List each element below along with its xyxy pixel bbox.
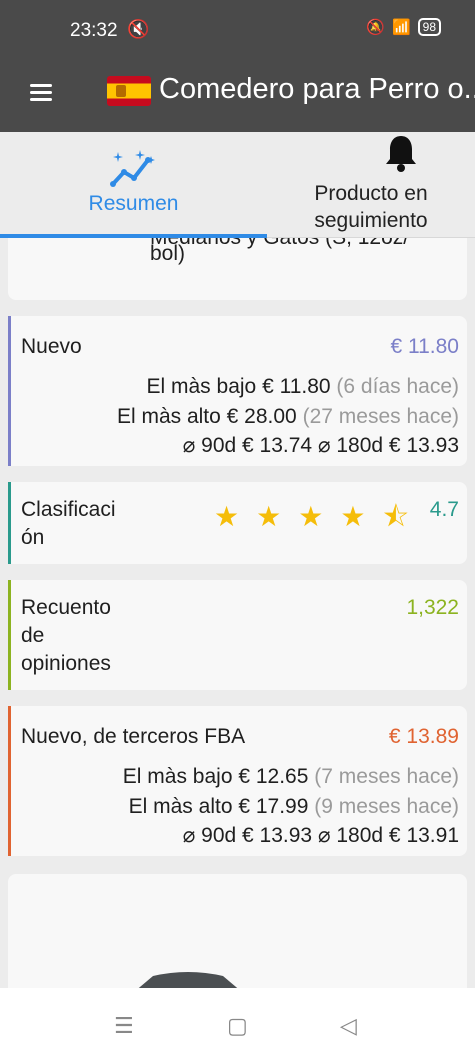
product-title-card: Medianos y Gatos (S, 12oz/ bol): [8, 238, 467, 300]
new-highest-row: El màs alto € 28.00 (27 meses hace): [117, 403, 459, 431]
reviews-label-line1: Recuento: [21, 596, 111, 619]
rating-label-line2: ón: [21, 526, 45, 549]
star-icon: ★: [340, 501, 383, 532]
new-lowest-time: (6 días hace): [336, 375, 459, 398]
fba-highest-label: El màs alto: [128, 795, 233, 818]
rating-stars: ★★★★⯪: [214, 496, 409, 544]
rating-value: 4.7: [429, 498, 459, 521]
product-title-line2: bol): [150, 242, 186, 265]
bell-icon: [386, 136, 416, 172]
product-image: [138, 972, 238, 988]
new-price-card[interactable]: Nuevo € 11.80 El màs bajo € 11.80 (6 día…: [8, 316, 467, 466]
status-icons: 🔕 📶 98: [366, 18, 441, 36]
star-icon: ★: [298, 501, 341, 532]
reviews-label-line2: de: [21, 624, 45, 647]
page-title: Comedero para Perro o...: [159, 73, 475, 105]
fba-lowest-row: El màs bajo € 12.65 (7 meses hace): [123, 763, 459, 791]
new-lowest-row: El màs bajo € 11.80 (6 días hace): [147, 373, 460, 401]
tab-tracked-product-label: Producto en seguimiento: [314, 182, 428, 232]
tab-summary[interactable]: Resumen: [0, 132, 267, 238]
recent-apps-icon[interactable]: ☰: [114, 1013, 134, 1039]
fba-averages: ⌀ 90d € 13.93 ⌀ 180d € 13.91: [182, 824, 459, 847]
fba-highest-row: El màs alto € 17.99 (9 meses hace): [129, 793, 459, 821]
new-lowest-label: El màs bajo: [146, 375, 257, 398]
new-averages: ⌀ 90d € 13.74 ⌀ 180d € 13.93: [182, 434, 459, 457]
half-star-icon: ⯪: [382, 501, 409, 532]
fba-highest-price: € 17.99: [238, 795, 309, 818]
rating-label-line1: Clasificaci: [21, 498, 116, 521]
new-highest-label: El màs alto: [116, 405, 221, 428]
reviews-count: 1,322: [406, 596, 459, 619]
fba-label: Nuevo, de terceros FBA: [21, 725, 246, 748]
system-navigation-bar: ☰ ▢ ◁: [0, 988, 475, 1056]
tab-summary-label: Resumen: [88, 192, 179, 215]
fba-highest-time: (9 meses hace): [314, 795, 459, 818]
fba-price: € 13.89: [388, 725, 459, 748]
spain-flag-icon: [107, 76, 151, 106]
tab-tracked-product[interactable]: Producto en seguimiento: [267, 132, 475, 238]
battery-icon: 98: [417, 18, 441, 36]
new-label: Nuevo: [21, 335, 82, 358]
star-icon: ★: [256, 501, 299, 532]
rating-card[interactable]: Clasificaci ón ★★★★⯪ 4.7: [8, 482, 467, 564]
home-icon[interactable]: ▢: [227, 1013, 248, 1039]
status-bar: 23:32 🔇 🔕 📶 98: [0, 0, 475, 58]
notification-off-icon: 🔕: [366, 19, 385, 36]
fba-price-card[interactable]: Nuevo, de terceros FBA € 13.89 El màs ba…: [8, 706, 467, 856]
fba-lowest-label: El màs bajo: [122, 765, 233, 788]
menu-icon[interactable]: [30, 80, 52, 102]
app-bar: Comedero para Perro o...: [0, 58, 475, 132]
new-highest-price: € 28.00: [226, 405, 297, 428]
new-price: € 11.80: [390, 335, 459, 358]
tab-bar: Resumen Producto en seguimiento: [0, 132, 475, 238]
star-icon: ★: [214, 501, 257, 532]
fba-lowest-price: € 12.65: [238, 765, 309, 788]
product-title-line1: Medianos y Gatos (S, 12oz/: [150, 238, 409, 252]
summary-content[interactable]: Medianos y Gatos (S, 12oz/ bol) Nuevo € …: [0, 238, 475, 988]
reviews-card[interactable]: Recuento de opiniones 1,322: [8, 580, 467, 690]
new-highest-time: (27 meses hace): [302, 405, 459, 428]
fba-lowest-time: (7 meses hace): [314, 765, 459, 788]
trend-sparkle-icon: [110, 150, 155, 187]
mute-icon: 🔇: [127, 19, 150, 39]
back-icon[interactable]: ◁: [340, 1013, 357, 1039]
status-time: 23:32: [70, 20, 118, 41]
new-lowest-price: € 11.80: [262, 375, 331, 398]
wifi-icon: 📶: [391, 19, 411, 36]
product-image-card: [8, 874, 467, 988]
reviews-label-line3: opiniones: [21, 652, 111, 675]
